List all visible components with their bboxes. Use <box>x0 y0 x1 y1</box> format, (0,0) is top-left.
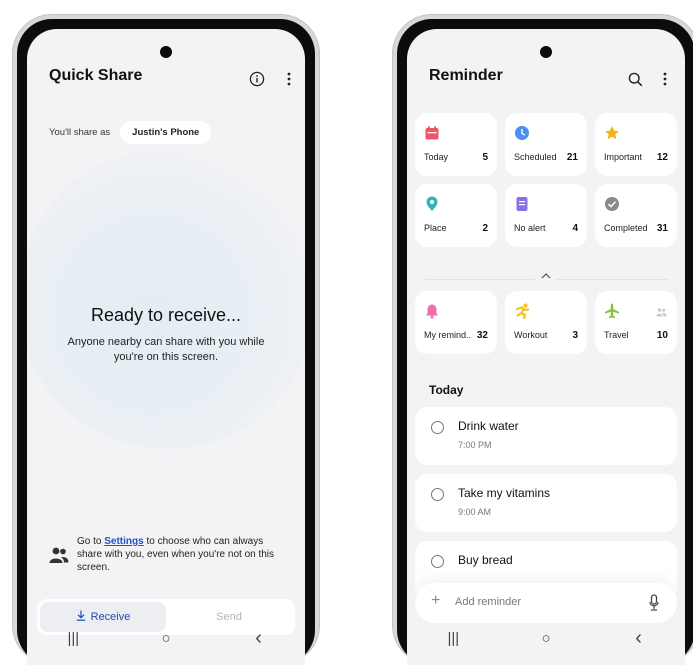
note-icon <box>514 196 530 212</box>
section-title-today: Today <box>429 383 464 397</box>
category-label: Workout <box>514 330 548 340</box>
category-count: 31 <box>656 223 668 234</box>
mic-icon[interactable] <box>649 594 659 612</box>
category-today[interactable]: Today 5 <box>415 113 497 176</box>
chevron-up-icon <box>535 270 557 282</box>
people-icon <box>49 546 69 564</box>
recents-button[interactable]: ||| <box>433 630 473 647</box>
settings-note-text: Go to Settings to choose who can always … <box>77 535 289 574</box>
task-item[interactable]: Take my vitamins 9:00 AM <box>415 474 677 532</box>
task-name: Buy bread <box>458 553 513 567</box>
settings-note: Go to Settings to choose who can always … <box>49 535 289 574</box>
category-label: Important <box>604 152 643 162</box>
task-checkbox[interactable] <box>431 555 444 568</box>
bell-icon <box>424 303 440 319</box>
category-workout[interactable]: Workout 3 <box>505 291 587 354</box>
category-label: Completed <box>604 223 648 233</box>
category-label: Place <box>424 223 447 233</box>
phone-bezel: Quick Share You'll share as Justin's Pho… <box>17 19 315 665</box>
device-name-chip[interactable]: Justin's Phone <box>120 121 212 144</box>
category-no-alert[interactable]: No alert 4 <box>505 184 587 247</box>
category-label: My remind.. <box>424 330 472 340</box>
share-as-label: You'll share as <box>49 127 111 138</box>
back-button[interactable]: ‹ <box>619 627 659 650</box>
category-count: 3 <box>572 330 578 341</box>
star-icon <box>604 125 620 141</box>
system-nav-bar: ||| ○ ‹ <box>27 625 305 651</box>
task-name: Drink water <box>458 419 519 433</box>
category-label: Travel <box>604 330 629 340</box>
category-count: 10 <box>656 330 668 341</box>
category-label: Scheduled <box>514 152 557 162</box>
add-reminder-input[interactable]: Add reminder <box>455 596 521 608</box>
category-count: 5 <box>482 152 488 163</box>
home-button[interactable]: ○ <box>146 630 186 647</box>
task-checkbox[interactable] <box>431 421 444 434</box>
category-grid: Today 5 Scheduled 21 Important 12 Place … <box>415 113 677 247</box>
recents-button[interactable]: ||| <box>53 630 93 647</box>
category-label: Today <box>424 152 449 162</box>
task-name: Take my vitamins <box>458 486 551 500</box>
search-icon[interactable] <box>625 69 645 89</box>
plane-icon <box>604 303 620 319</box>
category-label: No alert <box>514 223 546 233</box>
back-button[interactable]: ‹ <box>239 627 279 650</box>
tab-send-label: Send <box>216 611 242 623</box>
category-travel[interactable]: Travel 10 <box>595 291 677 354</box>
info-icon[interactable] <box>247 69 267 89</box>
quick-share-screen: Quick Share You'll share as Justin's Pho… <box>27 29 305 665</box>
home-button[interactable]: ○ <box>526 630 566 647</box>
category-important[interactable]: Important 12 <box>595 113 677 176</box>
category-scheduled[interactable]: Scheduled 21 <box>505 113 587 176</box>
clock-icon <box>514 125 530 141</box>
more-vert-icon[interactable] <box>279 69 299 89</box>
custom-category-grid: My remind.. 32 Workout 3 Travel 10 <box>415 291 677 354</box>
reminder-screen: Reminder Today 5 Scheduled 21 Important … <box>407 29 685 665</box>
note-prefix: Go to <box>77 536 105 547</box>
task-item[interactable]: Drink water 7:00 PM <box>415 407 677 465</box>
phone-reminder: Reminder Today 5 Scheduled 21 Important … <box>392 14 693 665</box>
ready-subtext: Anyone nearby can share with you while y… <box>67 336 265 363</box>
front-camera <box>540 46 552 58</box>
task-time: 9:00 AM <box>458 507 492 517</box>
page-title: Quick Share <box>49 67 143 84</box>
category-place[interactable]: Place 2 <box>415 184 497 247</box>
more-vert-icon[interactable] <box>655 69 675 89</box>
category-count: 4 <box>572 223 578 234</box>
people-icon <box>656 304 667 322</box>
front-camera <box>160 46 172 58</box>
add-reminder-bar[interactable]: + Add reminder <box>415 583 677 623</box>
category-count: 21 <box>566 152 578 163</box>
plus-icon: + <box>431 592 441 609</box>
page-title: Reminder <box>429 67 503 84</box>
receive-glow <box>27 149 305 449</box>
location-icon <box>424 196 440 212</box>
ready-heading: Ready to receive... <box>90 305 242 325</box>
task-time: 7:00 PM <box>458 440 492 450</box>
system-nav-bar: ||| ○ ‹ <box>407 625 685 651</box>
check-icon <box>604 196 620 212</box>
category-my-reminders[interactable]: My remind.. 32 <box>415 291 497 354</box>
tab-receive-label: Receive <box>90 611 131 623</box>
phone-bezel: Reminder Today 5 Scheduled 21 Important … <box>397 19 693 665</box>
collapse-toggle[interactable] <box>407 270 685 282</box>
phone-quick-share: Quick Share You'll share as Justin's Pho… <box>12 14 320 665</box>
category-completed[interactable]: Completed 31 <box>595 184 677 247</box>
category-count: 12 <box>656 152 668 163</box>
run-icon <box>514 303 530 320</box>
category-count: 2 <box>482 223 488 234</box>
settings-link[interactable]: Settings <box>104 536 143 547</box>
task-checkbox[interactable] <box>431 488 444 501</box>
category-count: 32 <box>476 330 488 341</box>
download-icon <box>76 610 86 624</box>
share-as-row: You'll share as Justin's Phone <box>49 121 212 144</box>
calendar-icon <box>424 125 440 141</box>
